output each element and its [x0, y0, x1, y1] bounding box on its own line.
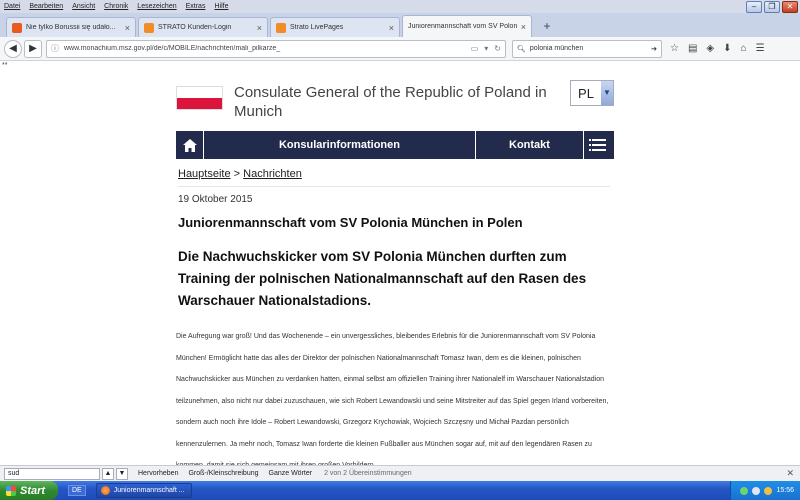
- tab-title: Juniorenmannschaft vom SV Polon...: [408, 23, 517, 30]
- windows-logo-icon: [6, 485, 16, 496]
- close-tab-icon[interactable]: ×: [257, 23, 262, 33]
- dropdown-arrow-icon[interactable]: ▾: [484, 44, 488, 53]
- menu-chronik[interactable]: Chronik: [104, 3, 128, 10]
- search-icon: 🔍︎: [517, 45, 526, 53]
- forward-button[interactable]: ▶: [24, 39, 42, 58]
- tray-icon[interactable]: [764, 486, 773, 495]
- menu-datei[interactable]: Datei: [4, 3, 20, 10]
- system-tray: 15:56: [730, 481, 800, 500]
- menu-extras[interactable]: Extras: [186, 3, 206, 10]
- article-body: Die Aufregung war groß! Und das Wochenen…: [176, 333, 609, 469]
- hamburger-menu-icon[interactable]: ☰: [756, 43, 765, 54]
- start-button[interactable]: Start: [0, 481, 58, 500]
- language-select[interactable]: PL ▼: [570, 80, 614, 106]
- tab-strato-livepages[interactable]: Strato LivePages ×: [270, 17, 400, 37]
- url-text: www.monachium.msz.gov.pl/de/c/MOBILE/nac…: [64, 45, 281, 52]
- find-previous-button[interactable]: ▲: [102, 467, 114, 480]
- taskbar: Start DE Juniorenmannschaft ... 15:56: [0, 481, 800, 500]
- language-indicator[interactable]: DE: [68, 485, 86, 496]
- home-button[interactable]: [176, 131, 204, 159]
- chevron-down-icon[interactable]: ▼: [601, 81, 613, 105]
- nav-kontakt[interactable]: Kontakt: [476, 131, 584, 159]
- article-date: 19 Oktober 2015: [178, 194, 253, 205]
- taskbar-firefox-window[interactable]: Juniorenmannschaft ...: [95, 483, 192, 498]
- tab-bar: Nie tylko Borussii się udało... × STRATO…: [0, 13, 800, 37]
- menu-lesezeichen[interactable]: Lesezeichen: [137, 3, 176, 10]
- language-value: PL: [578, 85, 594, 101]
- url-bar[interactable]: ⓘ www.monachium.msz.gov.pl/de/c/MOBILE/n…: [46, 39, 506, 58]
- nav-konsularinformationen[interactable]: Konsularinformationen: [204, 131, 476, 159]
- search-bar[interactable]: 🔍︎ polonia münchen ➔: [512, 39, 662, 58]
- minimize-button[interactable]: –: [746, 1, 762, 13]
- find-next-button[interactable]: ▼: [116, 467, 128, 480]
- search-go-icon[interactable]: ➔: [651, 45, 657, 53]
- favicon-icon: [12, 22, 22, 33]
- download-icon[interactable]: ⬇: [723, 43, 731, 54]
- navigation-bar: ◀ ▶ ⓘ www.monachium.msz.gov.pl/de/c/MOBI…: [0, 37, 800, 61]
- close-window-button[interactable]: ✕: [782, 1, 798, 13]
- breadcrumb-home-link[interactable]: Hauptseite: [178, 168, 231, 180]
- reader-view-icon[interactable]: ▭: [471, 44, 479, 53]
- tab-title: STRATO Kunden-Login: [158, 24, 232, 31]
- close-tab-icon[interactable]: ×: [521, 22, 526, 32]
- firefox-icon: [100, 486, 110, 495]
- divider: [178, 186, 610, 187]
- main-nav: Konsularinformationen Kontakt: [176, 131, 614, 159]
- clock: 15:56: [776, 487, 794, 494]
- case-option[interactable]: Groß-/Kleinschreibung: [188, 470, 258, 477]
- bookmarks-list-icon[interactable]: ▤: [688, 43, 697, 54]
- close-tab-icon[interactable]: ×: [389, 23, 394, 33]
- highlight-option[interactable]: Hervorheben: [138, 470, 178, 477]
- back-button[interactable]: ◀: [4, 39, 22, 58]
- find-status: 2 von 2 Übereinstimmungen: [324, 470, 412, 477]
- favicon-icon: [276, 22, 286, 33]
- task-title: Juniorenmannschaft ...: [113, 487, 185, 494]
- find-bar: sud ▲ ▼ Hervorheben Groß-/Kleinschreibun…: [0, 465, 800, 481]
- window-controls: – ❐ ✕: [746, 1, 798, 13]
- home-icon[interactable]: ⌂: [741, 43, 747, 54]
- pocket-icon[interactable]: ◈: [706, 43, 714, 54]
- menu-ansicht[interactable]: Ansicht: [72, 3, 95, 10]
- new-tab-button[interactable]: +: [538, 18, 556, 36]
- tray-icon[interactable]: [752, 486, 761, 495]
- tab-title: Nie tylko Borussii się udało...: [26, 24, 116, 31]
- menu-hilfe[interactable]: Hilfe: [214, 3, 228, 10]
- toolbar-icons: ☆ ▤ ◈ ⬇ ⌂ ☰: [670, 43, 765, 54]
- find-input[interactable]: sud: [4, 467, 100, 480]
- start-label: Start: [20, 484, 46, 497]
- close-find-icon[interactable]: ✕: [786, 468, 794, 479]
- page-marker: **: [2, 62, 8, 69]
- reload-icon[interactable]: ↻: [494, 44, 501, 53]
- info-icon[interactable]: ⓘ: [51, 43, 59, 54]
- breadcrumb-separator: >: [230, 168, 244, 180]
- breadcrumb-nachrichten-link[interactable]: Nachrichten: [243, 168, 302, 180]
- tab-borussia[interactable]: Nie tylko Borussii się udało... ×: [6, 17, 136, 37]
- nav-menu-icon[interactable]: [584, 131, 614, 159]
- bookmark-star-icon[interactable]: ☆: [670, 43, 679, 54]
- tray-icon[interactable]: [740, 486, 749, 495]
- home-icon: [182, 138, 197, 152]
- poland-flag-icon: [176, 86, 223, 110]
- tab-title: Strato LivePages: [290, 24, 344, 31]
- search-query: polonia münchen: [529, 45, 584, 52]
- maximize-button[interactable]: ❐: [764, 1, 780, 13]
- tab-juniorenmannschaft[interactable]: Juniorenmannschaft vom SV Polon... ×: [402, 15, 532, 37]
- menu-bearbeiten[interactable]: Bearbeiten: [29, 3, 63, 10]
- menu-bar: Datei Bearbeiten Ansicht Chronik Lesezei…: [0, 0, 800, 13]
- favicon-icon: [144, 22, 154, 33]
- tab-strato-login[interactable]: STRATO Kunden-Login ×: [138, 17, 268, 37]
- whole-words-option[interactable]: Ganze Wörter: [269, 470, 313, 477]
- site-title: Consulate General of the Republic of Pol…: [234, 84, 547, 120]
- article-lead: Die Nachwuchskicker vom SV Polonia Münch…: [178, 249, 587, 308]
- breadcrumb: Hauptseite > Nachrichten: [178, 168, 302, 180]
- close-tab-icon[interactable]: ×: [125, 23, 130, 33]
- article-headline: Juniorenmannschaft vom SV Polonia Münche…: [178, 215, 523, 230]
